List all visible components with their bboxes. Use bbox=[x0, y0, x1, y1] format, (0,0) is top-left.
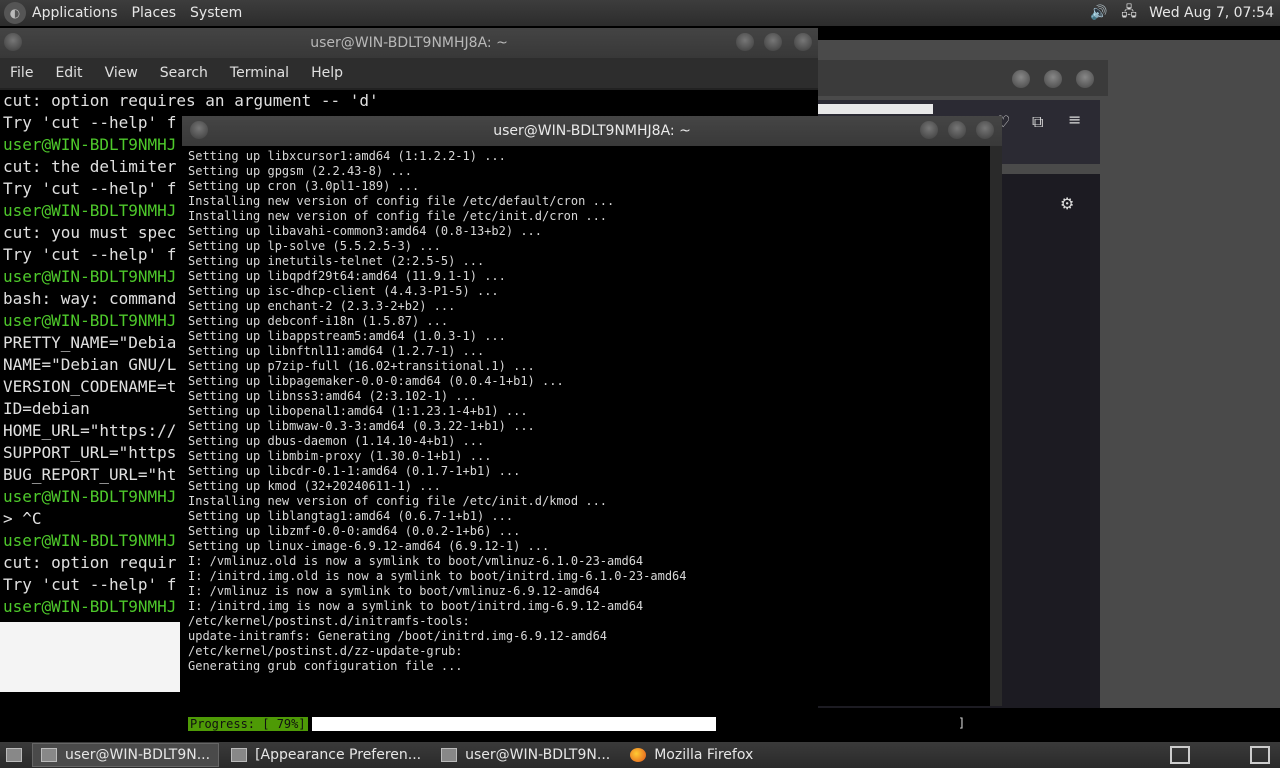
desktop-area bbox=[0, 622, 180, 692]
terminal-line: /etc/kernel/postinst.d/initramfs-tools: bbox=[188, 614, 470, 628]
progress-fill bbox=[312, 717, 717, 731]
places-menu[interactable]: Places bbox=[132, 5, 177, 21]
terminal-line: I: /vmlinuz is now a symlink to boot/vml… bbox=[188, 584, 600, 598]
taskbar-item-label: user@WIN-BDLT9N... bbox=[465, 747, 611, 763]
close-button[interactable] bbox=[794, 33, 812, 51]
window-title: user@WIN-BDLT9NMHJ8A: ~ bbox=[493, 123, 691, 139]
show-desktop-icon[interactable] bbox=[0, 743, 28, 767]
menu-view[interactable]: View bbox=[105, 65, 138, 81]
terminal-line: Setting up debconf-i18n (1.5.87) ... bbox=[188, 314, 449, 328]
settings-gear-icon[interactable]: ⚙ bbox=[1060, 194, 1074, 213]
terminal-titlebar: user@WIN-BDLT9NMHJ8A: ~ bbox=[182, 116, 1002, 146]
terminal-line: Setting up libcdr-0.1-1:amd64 (0.1.7-1+b… bbox=[188, 464, 521, 478]
taskbar-item[interactable]: user@WIN-BDLT9N... bbox=[32, 743, 220, 767]
terminal-line: Setting up kmod (32+20240611-1) ... bbox=[188, 479, 441, 493]
terminal-line: Setting up libpagemaker-0.0-0:amd64 (0.0… bbox=[188, 374, 564, 388]
workspace-1-icon[interactable] bbox=[1170, 746, 1190, 764]
terminal-line: Setting up libmwaw-0.3-3:amd64 (0.3.22-1… bbox=[188, 419, 535, 433]
maximize-button[interactable] bbox=[764, 33, 782, 51]
progress-label: Progress: [ 79%] bbox=[188, 716, 308, 731]
terminal-line: Installing new version of config file /e… bbox=[188, 494, 608, 508]
taskbar-item-label: Mozilla Firefox bbox=[654, 747, 754, 763]
terminal-menubar: File Edit View Search Terminal Help bbox=[0, 58, 818, 88]
terminal-line: Setting up enchant-2 (2.3.3-2+b2) ... bbox=[188, 299, 456, 313]
top-panel: ◐ Applications Places System 🔊 🖧 Wed Aug… bbox=[0, 0, 1280, 26]
terminal-scrollbar[interactable] bbox=[990, 146, 1002, 706]
terminal-line: Setting up inetutils-telnet (2:2.5-5) ..… bbox=[188, 254, 485, 268]
terminal-icon bbox=[441, 748, 458, 762]
workspace-2-icon[interactable] bbox=[1250, 746, 1270, 764]
terminal-line: cut: option requires an argument -- 'd' bbox=[3, 91, 379, 110]
terminal-line: Setting up cron (3.0pl1-189) ... bbox=[188, 179, 420, 193]
terminal-line: Setting up libavahi-common3:amd64 (0.8-1… bbox=[188, 224, 543, 238]
menu-file[interactable]: File bbox=[10, 65, 33, 81]
terminal-line: Generating grub configuration file ... bbox=[188, 659, 463, 673]
minimize-button[interactable] bbox=[920, 121, 938, 139]
terminal-line: Setting up p7zip-full (16.02+transitiona… bbox=[188, 359, 535, 373]
terminal-line: Setting up libxcursor1:amd64 (1:1.2.2-1)… bbox=[188, 149, 506, 163]
terminal-line: Setting up isc-dhcp-client (4.4.3-P1-5) … bbox=[188, 284, 499, 298]
minimize-button[interactable] bbox=[736, 33, 754, 51]
taskbar-item[interactable]: Mozilla Firefox bbox=[622, 743, 761, 767]
minimize-button[interactable] bbox=[1012, 70, 1030, 88]
terminal-line: Setting up dbus-daemon (1.14.10-4+b1) ..… bbox=[188, 434, 485, 448]
terminal-line: Setting up libmbim-proxy (1.30.0-1+b1) .… bbox=[188, 449, 492, 463]
terminal-line: Setting up libzmf-0.0-0:amd64 (0.0.2-1+b… bbox=[188, 524, 521, 538]
terminal-output[interactable]: Setting up libxcursor1:amd64 (1:1.2.2-1)… bbox=[182, 146, 992, 706]
menu-help[interactable]: Help bbox=[311, 65, 343, 81]
extensions-icon[interactable]: ⧉ bbox=[1032, 112, 1043, 132]
terminal-line: update-initramfs: Generating /boot/initr… bbox=[188, 629, 608, 643]
hamburger-menu-icon[interactable]: ≡ bbox=[1068, 110, 1081, 129]
maximize-button[interactable] bbox=[948, 121, 966, 139]
applications-menu[interactable]: Applications bbox=[32, 5, 118, 21]
terminal-icon bbox=[41, 748, 57, 762]
maximize-button[interactable] bbox=[1044, 70, 1062, 88]
menu-terminal[interactable]: Terminal bbox=[230, 65, 289, 81]
taskbar-item[interactable]: [Appearance Preferen... bbox=[223, 743, 429, 767]
progress-bar bbox=[312, 717, 824, 731]
taskbar: user@WIN-BDLT9N... [Appearance Preferen.… bbox=[0, 742, 1280, 768]
taskbar-item-label: user@WIN-BDLT9N... bbox=[65, 747, 211, 763]
terminal-line: I: /vmlinuz.old is now a symlink to boot… bbox=[188, 554, 644, 568]
progress-close-bracket: ] bbox=[958, 716, 966, 730]
close-button[interactable] bbox=[1076, 70, 1094, 88]
terminal-line: Setting up linux-image-6.9.12-amd64 (6.9… bbox=[188, 539, 550, 553]
system-menu[interactable]: System bbox=[190, 5, 242, 21]
terminal-line: I: /initrd.img is now a symlink to boot/… bbox=[188, 599, 644, 613]
terminal-line: Setting up liblangtag1:amd64 (0.6.7-1+b1… bbox=[188, 509, 514, 523]
taskbar-item-label: [Appearance Preferen... bbox=[255, 747, 422, 763]
firefox-icon bbox=[630, 748, 647, 762]
window-title: user@WIN-BDLT9NMHJ8A: ~ bbox=[310, 35, 508, 51]
terminal-line: Setting up libnftnl11:amd64 (1.2.7-1) ..… bbox=[188, 344, 485, 358]
terminal-line: Installing new version of config file /e… bbox=[188, 209, 608, 223]
apt-progress: Progress: [ 79%] [ ] bbox=[188, 716, 965, 731]
menu-edit[interactable]: Edit bbox=[55, 65, 82, 81]
window-menu-button[interactable] bbox=[190, 121, 208, 139]
terminal-line: /etc/kernel/postinst.d/zz-update-grub: bbox=[188, 644, 463, 658]
terminal-line: I: /initrd.img.old is now a symlink to b… bbox=[188, 569, 687, 583]
terminal-line: Setting up libappstream5:amd64 (1.0.3-1)… bbox=[188, 329, 506, 343]
terminal-line: Setting up gpgsm (2.2.43-8) ... bbox=[188, 164, 412, 178]
terminal-line: Setting up libqpdf29t64:amd64 (11.9.1-1)… bbox=[188, 269, 506, 283]
debian-logo-icon[interactable]: ◐ bbox=[4, 2, 26, 24]
window-menu-button[interactable] bbox=[4, 33, 22, 51]
taskbar-item[interactable]: user@WIN-BDLT9N... bbox=[433, 743, 618, 767]
volume-icon[interactable]: 🔊 bbox=[1089, 4, 1109, 22]
menu-search[interactable]: Search bbox=[160, 65, 208, 81]
terminal-line: Setting up libopenal1:amd64 (1:1.23.1-4+… bbox=[188, 404, 528, 418]
network-icon[interactable]: 🖧 bbox=[1119, 4, 1139, 22]
appearance-icon bbox=[231, 748, 248, 762]
clock[interactable]: Wed Aug 7, 07:54 bbox=[1149, 5, 1274, 21]
terminal-window-front: user@WIN-BDLT9NMHJ8A: ~ Setting up libxc… bbox=[182, 116, 1002, 731]
terminal-line: Setting up libnss3:amd64 (2:3.102-1) ... bbox=[188, 389, 477, 403]
terminal-line: Installing new version of config file /e… bbox=[188, 194, 615, 208]
terminal-line: Setting up lp-solve (5.5.2.5-3) ... bbox=[188, 239, 441, 253]
terminal-titlebar: user@WIN-BDLT9NMHJ8A: ~ bbox=[0, 28, 818, 58]
close-button[interactable] bbox=[976, 121, 994, 139]
